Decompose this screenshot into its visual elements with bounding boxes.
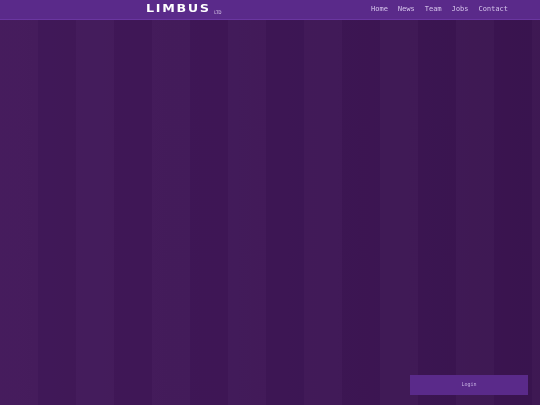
nav-link-team[interactable]: Team: [425, 4, 442, 14]
top-nav-bar: LIMBUS LTD Home News Team Jobs Contact: [0, 0, 540, 20]
nav-link-news[interactable]: News: [398, 4, 415, 14]
nav-link-jobs[interactable]: Jobs: [452, 4, 469, 14]
nav-link-contact[interactable]: Contact: [478, 4, 508, 14]
login-button[interactable]: Login: [410, 375, 528, 395]
nav-link-home[interactable]: Home: [371, 4, 388, 14]
logo-text: LIMBUS: [146, 2, 211, 15]
logo-suffix: LTD: [214, 10, 222, 15]
logo[interactable]: LIMBUS LTD: [146, 2, 222, 16]
main-nav: Home News Team Jobs Contact: [371, 4, 508, 14]
background-stripes: [0, 0, 540, 405]
page: LIMBUS LTD Home News Team Jobs Contact L…: [0, 0, 540, 405]
